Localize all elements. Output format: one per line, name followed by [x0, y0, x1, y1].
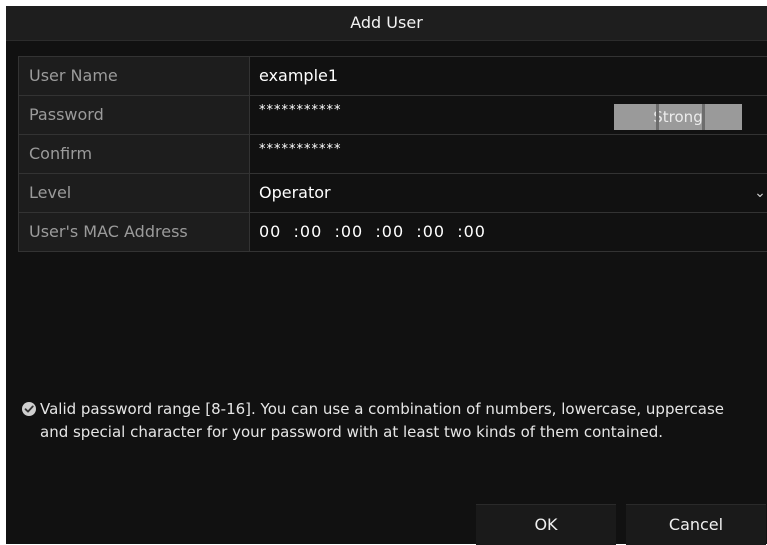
password-strength-label: Strong — [653, 108, 703, 126]
strength-divider — [702, 104, 705, 130]
check-circle-icon — [22, 402, 36, 416]
mac-address-label: User's MAC Address — [19, 213, 250, 251]
add-user-dialog: Add User User Name example1 Password ***… — [6, 6, 767, 545]
level-selected-value: Operator — [259, 183, 331, 202]
user-form: User Name example1 Password *********** … — [18, 56, 767, 252]
level-label: Level — [19, 174, 250, 212]
level-select[interactable]: Operator — [251, 174, 767, 212]
user-name-label: User Name — [19, 57, 250, 95]
password-hint-text: Valid password range [8-16]. You can use… — [40, 400, 725, 441]
form-row-password: Password *********** Strong — [19, 96, 767, 135]
mac-address-input[interactable]: 00 :00 :00 :00 :00 :00 — [251, 213, 767, 251]
strength-divider — [656, 104, 659, 130]
confirm-password-input[interactable]: *********** — [251, 135, 767, 173]
form-row-user-name: User Name example1 — [19, 57, 767, 96]
form-row-mac: User's MAC Address 00 :00 :00 :00 :00 :0… — [19, 213, 767, 251]
password-masked-text: *********** — [259, 103, 342, 118]
cancel-button[interactable]: Cancel — [626, 504, 766, 545]
dialog-title: Add User — [6, 6, 767, 41]
form-row-confirm: Confirm *********** — [19, 135, 767, 174]
chevron-down-icon[interactable]: ⌄ — [752, 174, 767, 212]
confirm-masked-text: *********** — [259, 142, 342, 157]
password-label: Password — [19, 96, 250, 134]
ok-button[interactable]: OK — [476, 504, 616, 545]
mac-address-value: 00 :00 :00 :00 :00 :00 — [259, 222, 486, 241]
user-name-input[interactable]: example1 — [251, 57, 767, 95]
form-row-level: Level Operator ⌄ — [19, 174, 767, 213]
password-strength-meter: Strong — [614, 104, 742, 130]
confirm-label: Confirm — [19, 135, 250, 173]
